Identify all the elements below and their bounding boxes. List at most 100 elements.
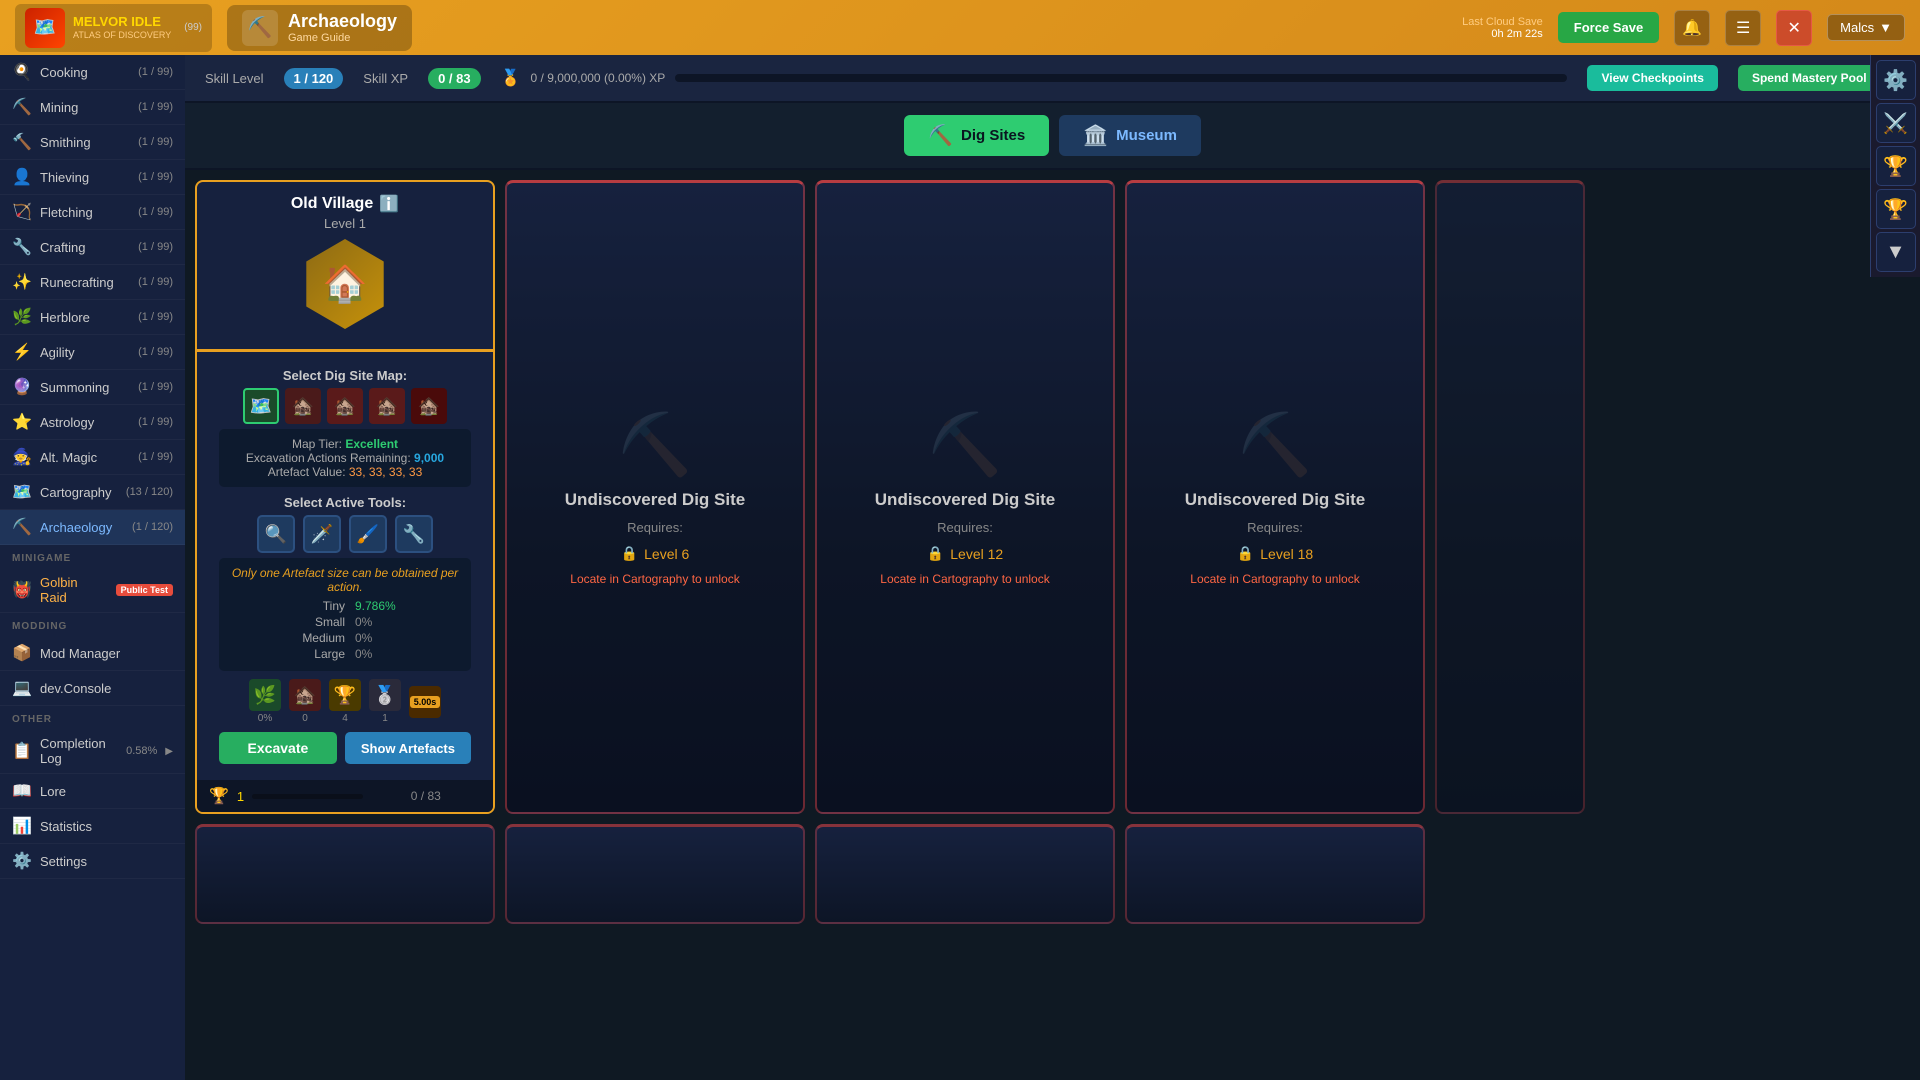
header-menu-button[interactable]: ☰	[1725, 10, 1761, 46]
level-badge: 1 / 120	[284, 68, 344, 89]
sidebar-item-fletching[interactable]: 🏹 Fletching (1 / 99)	[0, 195, 185, 230]
sidebar-count-agility: (1 / 99)	[138, 346, 173, 358]
artefact-warning: Only one Artefact size can be obtained p…	[231, 566, 459, 594]
sidebar-item-cooking[interactable]: 🍳 Cooking (1 / 99)	[0, 55, 185, 90]
sidebar-item-mod-manager[interactable]: 📦 Mod Manager	[0, 636, 185, 671]
progress-icon-box-silver: 🥈	[369, 679, 401, 711]
sidebar-item-summoning[interactable]: 🔮 Summoning (1 / 99)	[0, 370, 185, 405]
large-pct: 0%	[350, 647, 400, 661]
sidebar-item-crafting[interactable]: 🔧 Crafting (1 / 99)	[0, 230, 185, 265]
archaeology-icon: ⛏️	[12, 517, 32, 537]
sidebar-label-archaeology: Archaeology	[40, 520, 124, 535]
sidebar-item-thieving[interactable]: 👤 Thieving (1 / 99)	[0, 160, 185, 195]
sidebar-item-archaeology[interactable]: ⛏️ Archaeology (1 / 120)	[0, 510, 185, 545]
small-label: Small	[290, 615, 345, 629]
map-option-2[interactable]: 🏚️	[285, 388, 321, 424]
tool-2[interactable]: 🗡️	[303, 515, 341, 553]
tool-4[interactable]: 🔧	[395, 515, 433, 553]
old-village-card-top: Old Village ℹ️ Level 1 🏠	[197, 182, 493, 352]
trophy-progress-num: 1	[237, 789, 244, 804]
small-row: Small 0%	[231, 615, 459, 629]
sidebar-item-completion-log[interactable]: 📋 Completion Log 0.58% ▶	[0, 729, 185, 774]
skill-header: ⛏️ Archaeology Game Guide	[227, 5, 412, 51]
sidebar-item-smithing[interactable]: 🔨 Smithing (1 / 99)	[0, 125, 185, 160]
map-tier-value: Excellent	[345, 437, 398, 451]
sidebar-item-agility[interactable]: ⚡ Agility (1 / 99)	[0, 335, 185, 370]
fletching-icon: 🏹	[12, 202, 32, 222]
tab-museum[interactable]: 🏛️ Museum	[1059, 115, 1201, 156]
excavate-button[interactable]: Excavate	[219, 732, 337, 764]
requires-label-2: Requires:	[937, 520, 993, 535]
view-checkpoints-button[interactable]: View Checkpoints	[1587, 65, 1717, 91]
mastery-bar-area: 🏅 0 / 9,000,000 (0.00%) XP	[501, 68, 1568, 88]
minigame-section-header: MINIGAME	[0, 545, 185, 568]
force-save-button[interactable]: Force Save	[1558, 12, 1659, 43]
undiscovered-card-3: ⛏️ Undiscovered Dig Site Requires: 🔒 Lev…	[1125, 180, 1425, 814]
right-panel-trophy-button-1[interactable]: 🏆	[1876, 146, 1916, 186]
map-option-1[interactable]: 🗺️	[243, 388, 279, 424]
sidebar-label-astrology: Astrology	[40, 415, 130, 430]
runecrafting-icon: ✨	[12, 272, 32, 292]
level-req-icon-2: 🔒	[927, 545, 944, 562]
dig-sites-row-1: Old Village ℹ️ Level 1 🏠 Select Dig Site…	[195, 180, 1910, 814]
sidebar-item-astrology[interactable]: ⭐ Astrology (1 / 99)	[0, 405, 185, 440]
sidebar-item-statistics[interactable]: 📊 Statistics	[0, 809, 185, 844]
header-close-button[interactable]: ✕	[1776, 10, 1812, 46]
archaeology-content: ⛏️ Dig Sites 🏛️ Museum Old Village	[185, 103, 1920, 1080]
undiscovered-title-3: Undiscovered Dig Site	[1185, 490, 1365, 510]
main-layout: 🍳 Cooking (1 / 99) ⛏️ Mining (1 / 99) 🔨 …	[0, 55, 1920, 1080]
sidebar-item-alt-magic[interactable]: 🧙 Alt. Magic (1 / 99)	[0, 440, 185, 475]
info-icon[interactable]: ℹ️	[379, 194, 399, 214]
level-req-2: 🔒 Level 12	[927, 545, 1003, 562]
level-req-3: 🔒 Level 18	[1237, 545, 1313, 562]
trophy-progress-icon: 🏆	[209, 786, 229, 806]
undiscovered-icon-1: ⛏️	[618, 409, 693, 480]
artefact-value-nums: 33, 33, 33, 33	[349, 465, 422, 479]
old-village-name: Old Village ℹ️	[209, 194, 481, 214]
tab-dig-sites[interactable]: ⛏️ Dig Sites	[904, 115, 1049, 156]
sidebar-item-lore[interactable]: 📖 Lore	[0, 774, 185, 809]
sidebar-item-herblore[interactable]: 🌿 Herblore (1 / 99)	[0, 300, 185, 335]
tool-1[interactable]: 🔍	[257, 515, 295, 553]
sidebar-item-settings[interactable]: ⚙️ Settings	[0, 844, 185, 879]
progress-icons-row: 🌿 0% 🏚️ 0 🏆 4	[209, 679, 481, 724]
logo-text: MELVOR IDLE ATLAS OF DISCOVERY	[73, 14, 171, 40]
tool-3[interactable]: 🖌️	[349, 515, 387, 553]
show-artefacts-button[interactable]: Show Artefacts	[345, 732, 471, 764]
right-panel-gear-button[interactable]: ⚙️	[1876, 60, 1916, 100]
sidebar-item-cartography[interactable]: 🗺️ Cartography (13 / 120)	[0, 475, 185, 510]
progress-icon-box-trophy: 🏆	[329, 679, 361, 711]
map-option-3[interactable]: 🏚️	[327, 388, 363, 424]
dig-sites-row-2	[195, 824, 1910, 924]
museum-tab-icon: 🏛️	[1083, 123, 1108, 148]
progress-icon-time: 5.00s	[409, 686, 441, 718]
sidebar-item-dev-console[interactable]: 💻 dev.Console	[0, 671, 185, 706]
old-village-card: Old Village ℹ️ Level 1 🏠 Select Dig Site…	[195, 180, 495, 814]
sidebar-item-runecrafting[interactable]: ✨ Runecrafting (1 / 99)	[0, 265, 185, 300]
medium-pct: 0%	[350, 631, 400, 645]
right-panel-chevron-button[interactable]: ▼	[1876, 232, 1916, 272]
right-panel-trophy-button-2[interactable]: 🏆	[1876, 189, 1916, 229]
sidebar-item-golbin-raid[interactable]: 👹 Golbin Raid Public Test	[0, 568, 185, 613]
sidebar-count-cartography: (13 / 120)	[126, 486, 173, 498]
sidebar-label-dev-console: dev.Console	[40, 681, 173, 696]
old-village-image: 🏠	[300, 239, 390, 329]
skill-bar: Skill Level 1 / 120 Skill XP 0 / 83 🏅 0 …	[185, 55, 1920, 103]
completion-log-icon: 📋	[12, 741, 32, 761]
map-option-4[interactable]: 🏚️	[369, 388, 405, 424]
username-button[interactable]: Malcs ▼	[1827, 14, 1905, 41]
progress-icon-red: 🏚️ 0	[289, 679, 321, 724]
select-tools-title: Select Active Tools:	[209, 495, 481, 510]
sidebar-label-cooking: Cooking	[40, 65, 130, 80]
sidebar-count-archaeology: (1 / 120)	[132, 521, 173, 533]
username-label: Malcs	[1840, 20, 1874, 35]
header-notifications-button[interactable]: 🔔	[1674, 10, 1710, 46]
tiny-label: Tiny	[290, 599, 345, 613]
progress-val-1: 0%	[258, 713, 272, 724]
right-panel-combat-button[interactable]: ⚔️	[1876, 103, 1916, 143]
content-area: Skill Level 1 / 120 Skill XP 0 / 83 🏅 0 …	[185, 55, 1920, 1080]
map-option-5[interactable]: 🏚️	[411, 388, 447, 424]
skill-header-guide[interactable]: Game Guide	[288, 32, 397, 44]
sidebar: 🍳 Cooking (1 / 99) ⛏️ Mining (1 / 99) 🔨 …	[0, 55, 185, 1080]
sidebar-item-mining[interactable]: ⛏️ Mining (1 / 99)	[0, 90, 185, 125]
